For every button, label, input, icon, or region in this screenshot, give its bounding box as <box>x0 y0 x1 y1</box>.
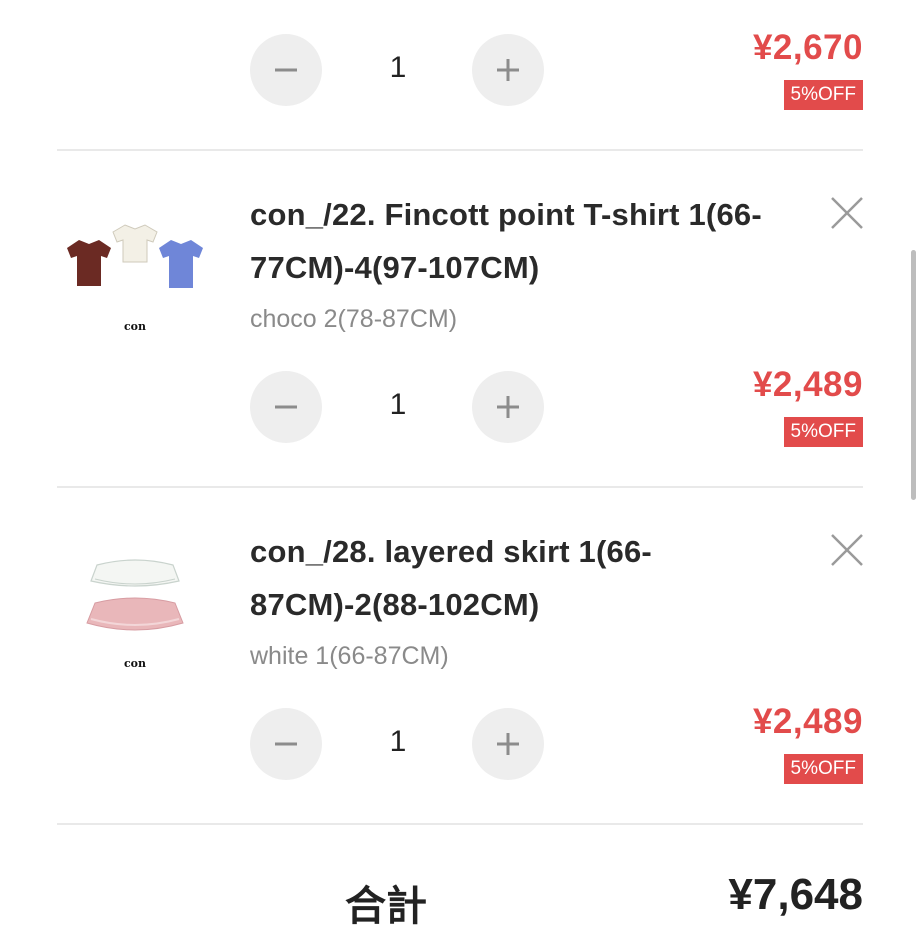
product-title[interactable]: con_/22. Fincott point T-shirt 1(66- 77C… <box>250 188 790 294</box>
item-price: ¥2,489 <box>752 702 863 741</box>
quantity-value: 1 <box>389 388 407 421</box>
decrease-quantity-button[interactable] <box>250 708 322 780</box>
item-price: ¥2,670 <box>752 28 863 67</box>
brand-label: con <box>124 320 146 333</box>
divider <box>57 823 863 825</box>
divider <box>57 486 863 488</box>
close-icon <box>831 534 863 566</box>
remove-item-button[interactable] <box>828 531 866 569</box>
plus-icon <box>497 59 519 81</box>
quantity-value: 1 <box>389 725 407 758</box>
discount-badge: 5%OFF <box>783 80 863 110</box>
total-price: ¥7,648 <box>728 870 863 919</box>
minus-icon <box>275 405 297 409</box>
item-price: ¥2,489 <box>752 365 863 404</box>
product-thumbnail[interactable]: con <box>55 545 215 685</box>
discount-badge: 5%OFF <box>783 754 863 784</box>
product-title[interactable]: con_/28. layered skirt 1(66- 87CM)-2(88-… <box>250 525 790 631</box>
skirt-image: con <box>86 559 184 670</box>
minus-icon <box>275 742 297 746</box>
plus-icon <box>497 733 519 755</box>
increase-quantity-button[interactable] <box>472 34 544 106</box>
brand-label: con <box>124 657 146 670</box>
increase-quantity-button[interactable] <box>472 708 544 780</box>
increase-quantity-button[interactable] <box>472 371 544 443</box>
scrollbar[interactable] <box>911 250 916 500</box>
tshirt-image: con <box>67 224 203 333</box>
decrease-quantity-button[interactable] <box>250 34 322 106</box>
close-icon <box>831 197 863 229</box>
discount-badge: 5%OFF <box>783 417 863 447</box>
product-thumbnail[interactable]: con <box>55 210 215 350</box>
decrease-quantity-button[interactable] <box>250 371 322 443</box>
minus-icon <box>275 68 297 72</box>
remove-item-button[interactable] <box>828 194 866 232</box>
total-label: 合計 <box>345 883 427 929</box>
quantity-value: 1 <box>389 51 407 84</box>
plus-icon <box>497 396 519 418</box>
divider <box>57 149 863 151</box>
product-variant: choco 2(78-87CM) <box>250 305 458 333</box>
product-variant: white 1(66-87CM) <box>250 642 449 670</box>
